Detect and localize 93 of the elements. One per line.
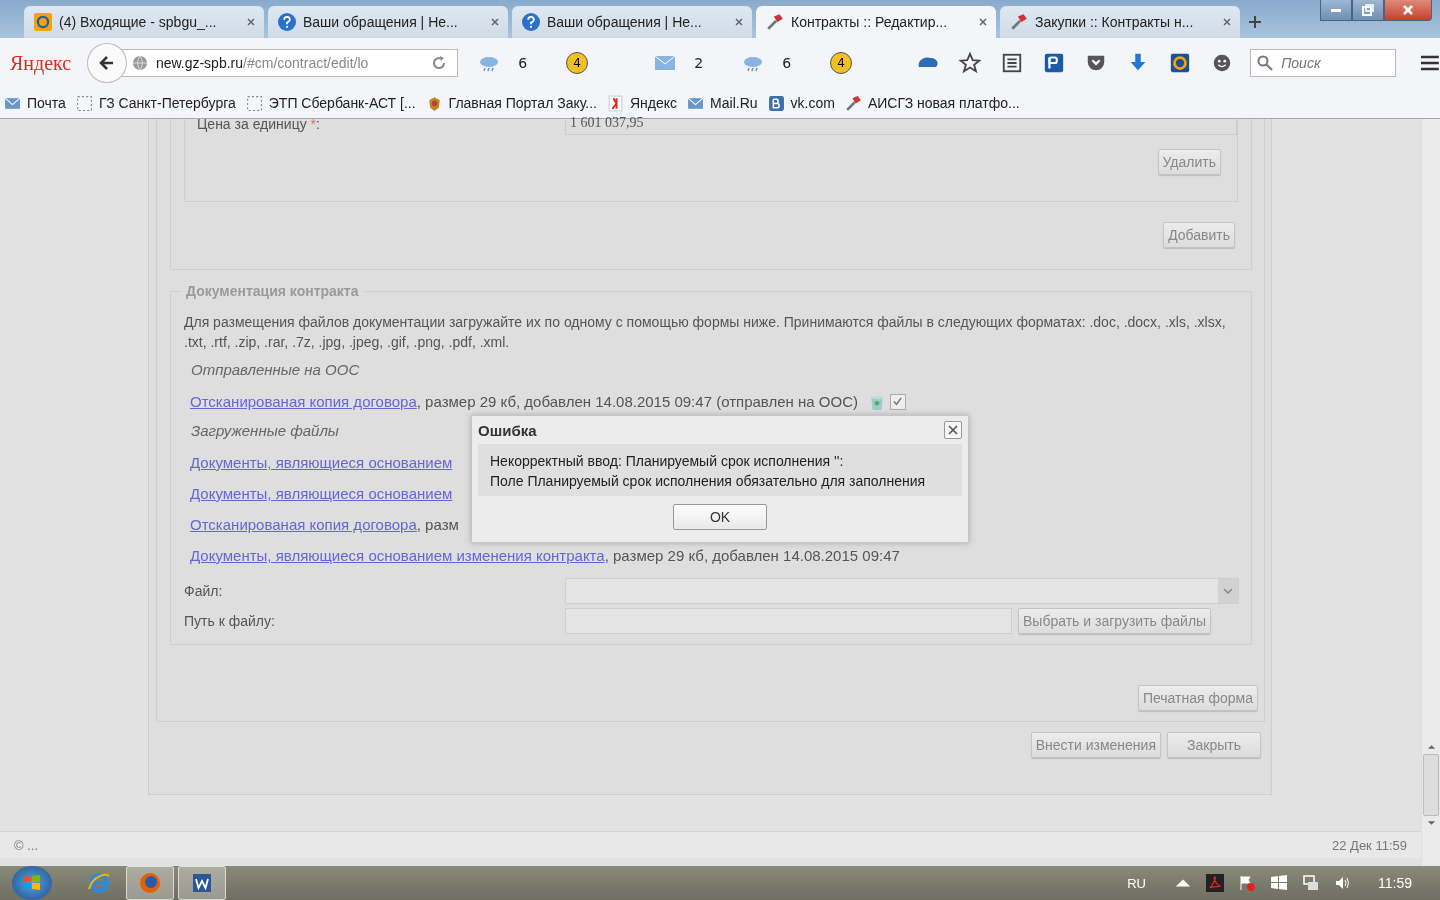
start-button[interactable] <box>12 866 52 900</box>
plus-icon[interactable] <box>1248 15 1262 29</box>
close-button[interactable] <box>1384 0 1432 21</box>
checkmark-icon <box>892 396 904 407</box>
url-text: new.gz-spb.ru/#cm/contract/edit/lo <box>155 55 370 71</box>
close-icon[interactable] <box>734 17 744 27</box>
file-link[interactable]: Отсканированая копия договора <box>190 393 417 410</box>
section-heading: Загруженные файлы <box>190 422 339 441</box>
file-link[interactable]: Документы, являющиеся основанием <box>190 454 453 471</box>
document-icon <box>190 871 214 895</box>
field-label: Файл: <box>184 583 224 599</box>
scrollbar[interactable] <box>1421 119 1440 866</box>
copyright-text: © ... <box>14 837 39 853</box>
checkbox[interactable] <box>889 393 906 410</box>
menu-icon[interactable] <box>1420 55 1440 71</box>
taskbar-app[interactable] <box>126 866 174 900</box>
windows-icon[interactable] <box>1270 874 1288 892</box>
windows-logo-icon <box>22 873 42 893</box>
browser-tab[interactable]: (4) Входящие - spbgu_... <box>24 6 264 38</box>
bookmark[interactable]: АИСГЗ новая платфо... <box>844 94 1020 112</box>
mail-count: 2 <box>694 55 704 71</box>
bookmark[interactable]: Mail.Ru <box>687 94 758 112</box>
temperature: 6 <box>518 55 528 71</box>
pdf-icon[interactable] <box>1206 874 1224 892</box>
browser-tab[interactable]: Ваши обращения | Не... <box>268 6 508 38</box>
reload-icon[interactable] <box>431 55 448 71</box>
bookmark[interactable]: Почта <box>4 94 66 112</box>
file-link[interactable]: Документы, являющиеся основанием <box>190 485 453 502</box>
hammer-icon <box>766 13 784 31</box>
bookmark[interactable]: ЭТП Сбербанк-АСТ [... <box>245 94 416 112</box>
close-icon[interactable] <box>978 17 988 27</box>
clock[interactable]: 11:59 <box>1378 875 1412 891</box>
language-indicator[interactable]: RU <box>1127 875 1146 891</box>
close-icon[interactable] <box>490 17 500 27</box>
error-message: Некорректный ввод: Планируемый срок исполнения '': <box>490 452 845 471</box>
star-icon[interactable] <box>958 52 983 74</box>
close-icon <box>948 425 958 435</box>
globe-icon <box>131 55 148 71</box>
bookmark[interactable]: vk.com <box>767 94 835 112</box>
search-icon <box>1257 55 1274 71</box>
maximize-button[interactable] <box>1352 0 1384 21</box>
error-message: Поле Планируемый срок исполнения обязательно для заполнения <box>490 472 927 491</box>
browser-tab[interactable]: Закупки :: Контракты н... <box>1000 6 1240 38</box>
timestamp: 22 Дек 11:59 <box>1332 837 1407 853</box>
b-letter-icon <box>767 94 785 112</box>
dashed-square-icon <box>245 94 263 112</box>
close-icon[interactable] <box>1222 17 1232 27</box>
traffic-score[interactable]: 4 <box>830 52 853 74</box>
traffic-score[interactable]: 4 <box>566 52 589 74</box>
close-button[interactable] <box>944 421 962 439</box>
price-field[interactable]: 1 601 037,95 <box>565 117 1237 135</box>
rain-cloud-icon[interactable] <box>742 54 765 72</box>
dashed-square-icon <box>75 94 93 112</box>
rain-cloud-icon[interactable] <box>478 54 501 72</box>
file-entry: Документы, являющиеся основанием изменения контракта, размер 29 кб, добавлен 14.08.2015 09:47 <box>190 547 900 564</box>
section-heading: Отправленные на ООС <box>190 361 360 380</box>
bookmark[interactable]: ГЗ Санкт-Петербурга <box>75 94 236 112</box>
restore-icon <box>1362 4 1374 16</box>
flag-icon[interactable] <box>1238 874 1256 892</box>
chevron-down-icon[interactable] <box>1223 588 1233 594</box>
temperature: 6 <box>782 55 792 71</box>
browser-logo[interactable]: Яндекс <box>10 51 72 75</box>
field-label: Цена за единицу *: <box>197 116 321 132</box>
fieldset-legend: Документация контракта <box>181 283 364 299</box>
file-link[interactable]: Документы, являющиеся основанием изменения контракта <box>190 547 605 564</box>
taskbar-app[interactable] <box>178 866 226 900</box>
address-bar[interactable]: new.gz-spb.ru/#cm/contract/edit/lo <box>120 49 459 77</box>
minimize-button[interactable] <box>1320 0 1352 21</box>
bookmark[interactable]: Яндекс <box>607 94 678 112</box>
file-link[interactable]: Отсканированая копия договора <box>190 516 417 533</box>
help-icon <box>278 13 296 31</box>
bookmark[interactable]: Главная Портал Заку... <box>425 94 597 112</box>
ok-button[interactable]: OK <box>673 504 767 530</box>
search-field[interactable]: Поиск <box>1250 49 1397 77</box>
help-icon <box>522 13 540 31</box>
instructions-text: Для размещения файлов документации загружайте их по одному с помощью формы ниже. Принимаются файлы в следующих форматах: .doc, .docx, .xls, .xlsx, .txt, .rtf, .zip, .rar, .7z, .jpg, .jpeg, .gif, .png, .pdf, .xml. <box>184 313 1227 352</box>
minimize-icon <box>1331 8 1341 12</box>
browser-e-icon <box>87 871 111 895</box>
hammer-icon <box>1010 13 1028 31</box>
hammer-icon <box>844 94 862 112</box>
dialog-title: Ошибка <box>478 421 537 439</box>
back-button[interactable] <box>87 43 127 83</box>
close-icon[interactable] <box>246 17 256 27</box>
file-entry: Отсканированая копия договора, разм <box>190 516 459 533</box>
network-icon[interactable] <box>1302 874 1320 892</box>
scroll-up-icon[interactable] <box>1426 744 1436 750</box>
close-icon <box>1402 4 1414 16</box>
file-entry: Отсканированая копия договора, размер 29 кб, добавлен 14.08.2015 09:47 (отправлен на ООС) <box>190 393 858 410</box>
scroll-down-icon[interactable] <box>1426 820 1436 826</box>
field-label: Путь к файлу: <box>184 613 276 629</box>
scrollbar-thumb[interactable] <box>1423 754 1439 816</box>
browser-tab[interactable]: Контракты :: Редактир... <box>756 6 996 38</box>
browser-tab[interactable]: Ваши обращения | Не... <box>512 6 752 38</box>
